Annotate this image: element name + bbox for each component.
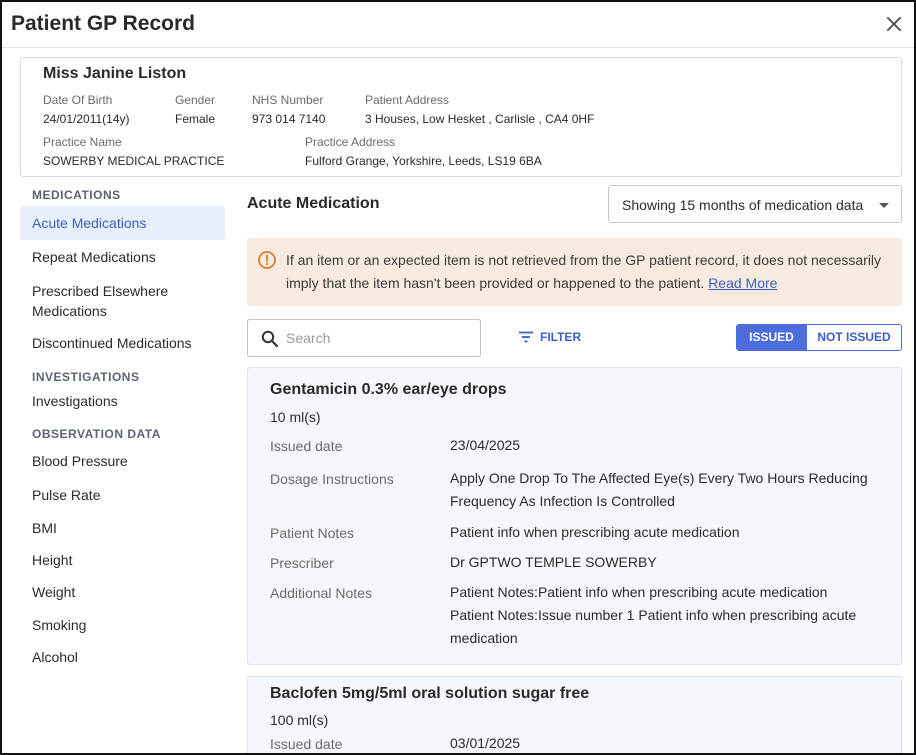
gender-label: Gender	[175, 93, 216, 107]
sidebar-item-height[interactable]: Height	[20, 550, 225, 570]
nhs-number-label: NHS Number	[252, 93, 324, 107]
medications-section-header: MEDICATIONS	[32, 188, 121, 202]
window-header: Patient GP Record	[2, 2, 914, 48]
sidebar-item-repeat-medications[interactable]: Repeat Medications	[20, 247, 225, 267]
close-button[interactable]	[884, 14, 904, 34]
nhs-number-value: 973 014 7140	[252, 112, 326, 126]
medication-card: Baclofen 5mg/5ml oral solution sugar fre…	[247, 676, 902, 753]
search-icon	[261, 330, 279, 348]
gender-value: Female	[175, 112, 216, 126]
investigations-section-header: INVESTIGATIONS	[32, 370, 140, 384]
prescriber-value: Dr GPTWO TEMPLE SOWERBY	[450, 554, 657, 570]
window-title: Patient GP Record	[11, 12, 195, 35]
filter-label: FILTER	[540, 329, 582, 344]
additional-notes-value: Patient Notes:Patient info when prescrib…	[450, 581, 890, 650]
sidebar-item-blood-pressure[interactable]: Blood Pressure	[20, 451, 225, 471]
sidebar-item-prescribed-elsewhere[interactable]: Prescribed Elsewhere Medications	[20, 281, 225, 321]
observation-section-header: OBSERVATION DATA	[32, 427, 161, 441]
sidebar-item-pulse-rate[interactable]: Pulse Rate	[20, 485, 225, 505]
medication-card: Gentamicin 0.3% ear/eye drops 10 ml(s) I…	[247, 367, 902, 665]
practice-name-field: Practice Name SOWERBY MEDICAL PRACTICE	[43, 135, 224, 168]
dob-label: Date Of Birth	[43, 93, 113, 107]
dosage-value: Apply One Drop To The Affected Eye(s) Ev…	[450, 470, 868, 509]
additional-note-line: Patient Notes:Patient info when prescrib…	[450, 584, 828, 600]
medication-quantity: 100 ml(s)	[270, 712, 329, 728]
medication-name: Baclofen 5mg/5ml oral solution sugar fre…	[270, 685, 590, 702]
sidebar-item-smoking[interactable]: Smoking	[20, 615, 225, 635]
info-alert: If an item or an expected item is not re…	[247, 238, 902, 306]
data-range-value: Showing 15 months of medication data	[622, 197, 864, 213]
issued-date-value: 03/01/2025	[450, 735, 521, 751]
issued-date-label: Issued date	[270, 736, 343, 752]
alert-message: If an item or an expected item is not re…	[286, 249, 886, 295]
issued-date-value: 23/04/2025	[450, 437, 521, 453]
sidebar-item-investigations[interactable]: Investigations	[20, 391, 225, 411]
page-title: Acute Medication	[247, 195, 380, 212]
filter-icon	[519, 331, 533, 343]
data-range-dropdown[interactable]: Showing 15 months of medication data	[608, 185, 902, 223]
medication-quantity: 10 ml(s)	[270, 409, 321, 425]
patient-address-value: 3 Houses, Low Hesket , Carlisle , CA4 0H…	[365, 112, 595, 126]
patient-address-field: Patient Address 3 Houses, Low Hesket , C…	[365, 93, 594, 126]
search-box	[247, 319, 481, 357]
additional-note-line: Patient Notes:Issue number 1 Patient inf…	[450, 607, 857, 646]
prescriber-label: Prescriber	[270, 555, 334, 571]
dosage-label: Dosage Instructions	[270, 471, 394, 487]
patient-address-label: Patient Address	[365, 93, 450, 107]
patient-notes-label: Patient Notes	[270, 525, 355, 541]
sidebar-item-alcohol[interactable]: Alcohol	[20, 647, 225, 667]
patient-details-card: Miss Janine Liston Date Of Birth 24/01/2…	[20, 57, 902, 177]
sidebar-item-acute-medications[interactable]: Acute Medications	[20, 206, 225, 240]
filter-button[interactable]: FILTER	[518, 329, 581, 344]
sidebar-item-discontinued-medications[interactable]: Discontinued Medications	[20, 333, 225, 353]
practice-address-label: Practice Address	[305, 135, 396, 149]
alert-text: If an item or an expected item is not re…	[286, 252, 882, 291]
search-input[interactable]	[286, 328, 472, 348]
dob-field: Date Of Birth 24/01/2011(14y)	[43, 93, 130, 126]
sidebar-item-weight[interactable]: Weight	[20, 582, 225, 602]
dob-value: 24/01/2011(14y)	[43, 112, 130, 126]
practice-name-label: Practice Name	[43, 135, 122, 149]
nhs-number-field: NHS Number 973 014 7140	[252, 93, 325, 126]
issued-toggle-button[interactable]: ISSUED	[737, 325, 806, 350]
chevron-down-icon	[879, 203, 889, 208]
not-issued-toggle-button[interactable]: NOT ISSUED	[806, 325, 901, 350]
sidebar-item-bmi[interactable]: BMI	[20, 518, 225, 538]
close-icon	[887, 17, 901, 31]
warning-circle-icon	[258, 251, 276, 269]
additional-notes-label: Additional Notes	[270, 585, 372, 601]
issued-date-label: Issued date	[270, 438, 343, 454]
gender-field: Gender Female	[175, 93, 215, 126]
read-more-link[interactable]: Read More	[708, 275, 777, 291]
patient-name: Miss Janine Liston	[43, 65, 187, 82]
medication-name: Gentamicin 0.3% ear/eye drops	[270, 381, 507, 398]
practice-name-value: SOWERBY MEDICAL PRACTICE	[43, 154, 225, 168]
practice-address-field: Practice Address Fulford Grange, Yorkshi…	[305, 135, 542, 168]
patient-gp-record-window: Patient GP Record Miss Janine Liston Dat…	[0, 0, 916, 755]
practice-address-value: Fulford Grange, Yorkshire, Leeds, LS19 6…	[305, 154, 542, 168]
issued-toggle-group: ISSUED NOT ISSUED	[736, 324, 902, 351]
patient-notes-value: Patient info when prescribing acute medi…	[450, 524, 740, 540]
